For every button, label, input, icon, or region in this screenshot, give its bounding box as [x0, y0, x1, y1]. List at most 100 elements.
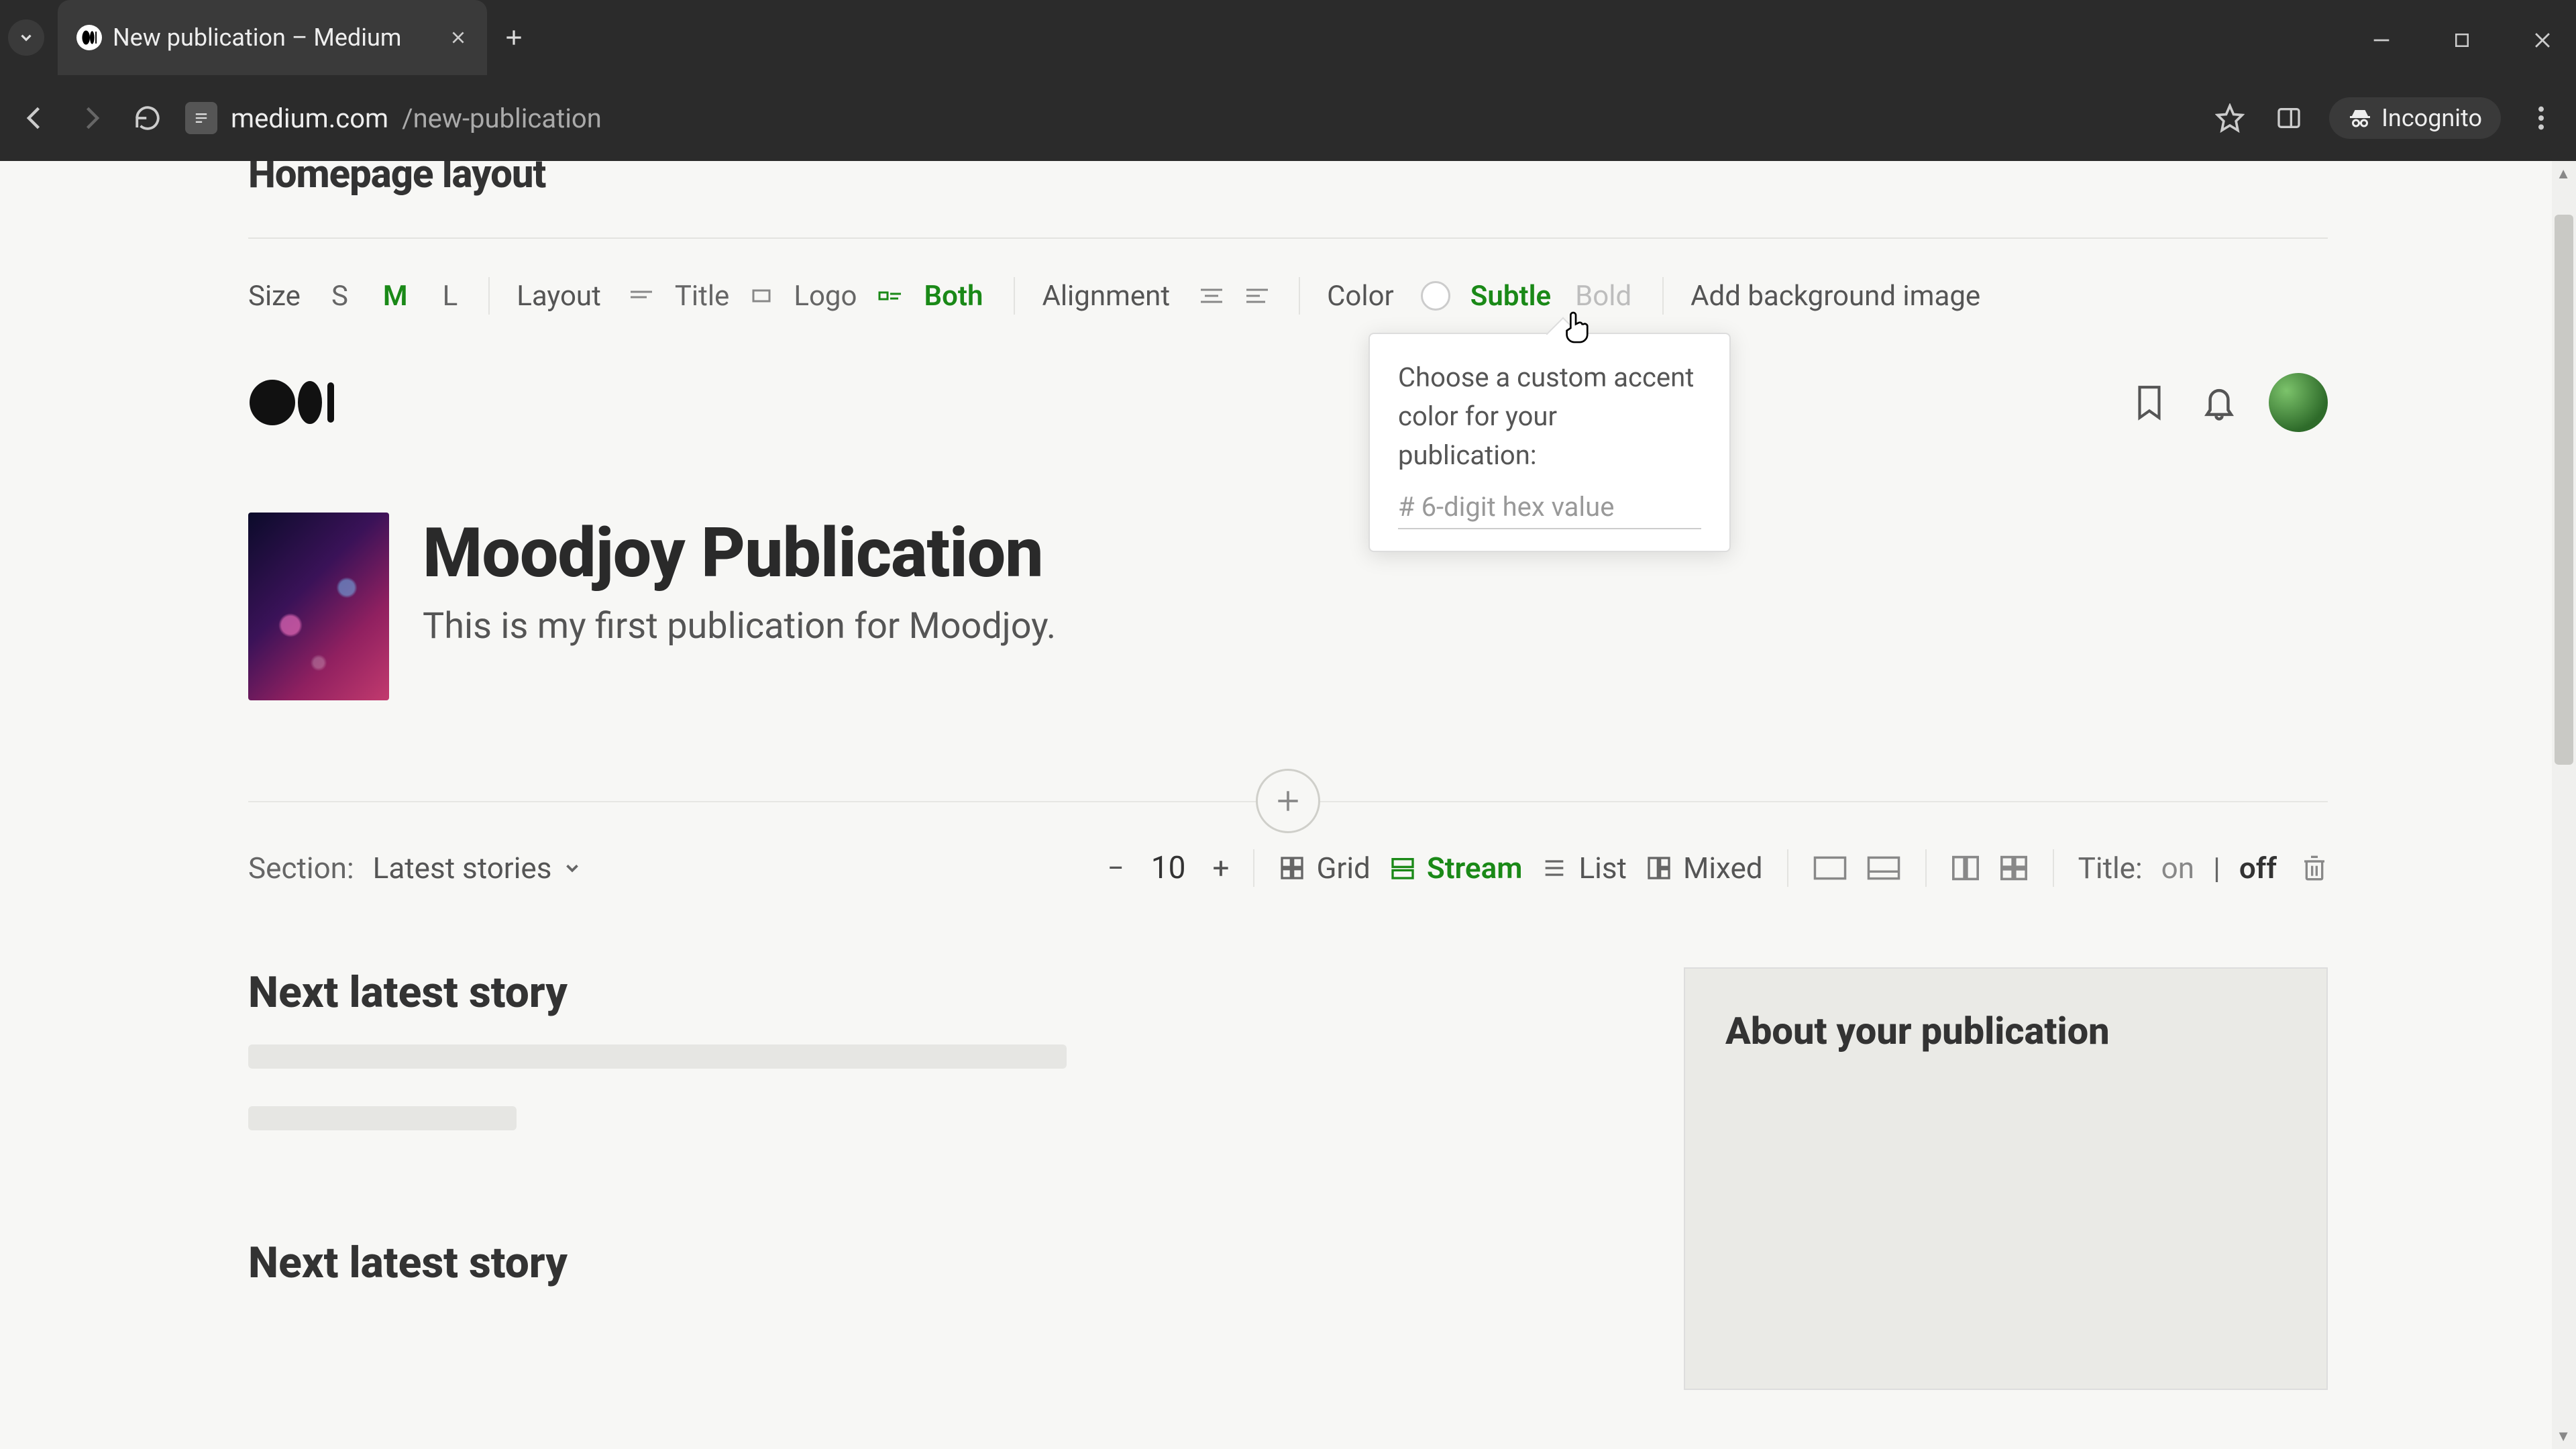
delete-section-button[interactable] — [2301, 853, 2328, 883]
header-actions — [2129, 373, 2328, 432]
header-divider — [248, 237, 2328, 239]
layout-grid-button[interactable]: Grid — [1279, 851, 1370, 885]
add-background-link[interactable]: Add background image — [1690, 280, 1980, 313]
bookmark-star-button[interactable] — [2211, 99, 2249, 137]
hex-input[interactable]: # 6-digit hex value — [1398, 491, 1701, 529]
url-path: /new-publication — [402, 103, 602, 134]
toolbar-separator — [1662, 277, 1664, 315]
url-host: medium.com — [231, 103, 388, 134]
alignment-label: Alignment — [1042, 280, 1170, 313]
layout-mixed-button[interactable]: Mixed — [1646, 851, 1763, 885]
chevron-down-icon — [562, 858, 582, 878]
color-option-subtle[interactable]: Subtle — [1466, 276, 1555, 317]
align-center-icon[interactable] — [1197, 284, 1226, 307]
section-value: Latest stories — [373, 851, 552, 885]
tab-strip: New publication – Medium — [0, 0, 2576, 75]
layout-option-both[interactable]: Both — [920, 276, 987, 317]
publication-header-row — [248, 373, 2328, 432]
nav-back-button[interactable] — [16, 99, 54, 137]
about-title: About your publication — [1725, 1009, 2286, 1053]
layout-label: Layout — [517, 280, 601, 313]
publication-block: Moodjoy Publication This is my first pub… — [248, 513, 2328, 700]
window-close-button[interactable] — [2522, 20, 2563, 60]
medium-logo-icon[interactable] — [248, 376, 342, 429]
mixed-icon — [1646, 855, 1672, 881]
side-panel-button[interactable] — [2270, 99, 2308, 137]
scroll-up-icon[interactable]: ▲ — [2556, 165, 2571, 182]
preview-story-title: Next latest story — [248, 1238, 1630, 1288]
controls-separator — [1787, 849, 1788, 887]
browser-menu-button[interactable] — [2522, 99, 2560, 137]
page-headline: Homepage layout — [248, 161, 2328, 197]
layout-stream-button[interactable]: Stream — [1389, 851, 1523, 885]
hex-prefix: # — [1398, 491, 1421, 523]
nav-forward-button[interactable] — [72, 99, 110, 137]
count-value: 10 — [1143, 850, 1194, 886]
publication-description: This is my first publication for Moodjoy… — [423, 605, 1056, 647]
scrollbar-thumb[interactable] — [2555, 215, 2573, 765]
layout-option-title[interactable]: Title — [671, 276, 734, 317]
browser-tab[interactable]: New publication – Medium — [58, 0, 487, 75]
tabs-dropdown-button[interactable] — [8, 19, 44, 56]
about-card[interactable]: About your publication — [1684, 967, 2328, 1390]
section-preview: Next latest story Next latest story Abou… — [248, 967, 2328, 1390]
title-on-option[interactable]: on — [2161, 851, 2194, 885]
count-decrement-button[interactable]: − — [1108, 851, 1124, 885]
url-field[interactable]: medium.com/new-publication — [185, 102, 2192, 134]
section-controls: Section: Latest stories − 10 + Grid — [248, 849, 2328, 887]
favicon-icon — [76, 25, 102, 50]
incognito-chip[interactable]: Incognito — [2329, 97, 2501, 139]
address-bar: medium.com/new-publication Incognito — [0, 75, 2576, 161]
size-option-m[interactable]: M — [379, 276, 412, 317]
align-left-icon[interactable] — [1242, 284, 1272, 307]
toolbar-separator — [1299, 277, 1300, 315]
toolbar-separator — [488, 277, 490, 315]
incognito-label: Incognito — [2381, 104, 2482, 132]
user-avatar[interactable] — [2269, 373, 2328, 432]
cardstyle-d-icon[interactable] — [1999, 855, 2029, 881]
notifications-icon[interactable] — [2199, 382, 2239, 423]
section-label: Section: — [248, 851, 354, 885]
title-separator: | — [2213, 851, 2220, 885]
controls-separator — [1925, 849, 1927, 887]
incognito-icon — [2348, 106, 2372, 130]
skeleton-line — [248, 1044, 1067, 1069]
layout-option-logo[interactable]: Logo — [790, 276, 861, 317]
controls-separator — [2053, 849, 2054, 887]
size-option-s[interactable]: S — [327, 276, 352, 317]
title-off-option[interactable]: off — [2239, 851, 2277, 885]
layout-list-button[interactable]: List — [1541, 851, 1627, 885]
color-popover: Choose a custom accent color for your pu… — [1368, 333, 1731, 552]
bookmark-icon[interactable] — [2129, 382, 2169, 423]
window-minimize-button[interactable] — [2361, 20, 2402, 60]
new-tab-button[interactable] — [500, 24, 527, 51]
tab-title: New publication – Medium — [113, 23, 437, 52]
close-tab-button[interactable] — [448, 28, 468, 48]
reload-button[interactable] — [129, 99, 166, 137]
publication-cover-image[interactable] — [248, 513, 389, 700]
size-option-l[interactable]: L — [439, 276, 462, 317]
size-label: Size — [248, 280, 301, 313]
window-maximize-button[interactable] — [2442, 20, 2482, 60]
window-controls — [2361, 20, 2563, 60]
cardstyle-b-icon[interactable] — [1866, 855, 1901, 881]
color-option-bold[interactable]: Bold — [1571, 276, 1635, 317]
site-info-icon[interactable] — [185, 102, 217, 134]
count-increment-button[interactable]: + — [1212, 851, 1229, 885]
color-swatch-button[interactable] — [1421, 281, 1450, 311]
title-toggle-label: Title: — [2078, 851, 2143, 885]
add-section-button[interactable] — [1256, 769, 1320, 833]
list-icon — [1541, 855, 1568, 881]
section-dropdown[interactable]: Latest stories — [373, 851, 583, 885]
cardstyle-a-icon[interactable] — [1813, 855, 1847, 881]
preview-story-title: Next latest story — [248, 967, 1630, 1018]
skeleton-line — [248, 1106, 517, 1130]
scroll-down-icon[interactable]: ▼ — [2556, 1428, 2571, 1445]
add-section-divider — [248, 801, 2328, 802]
cardstyle-c-icon[interactable] — [1951, 855, 1980, 881]
layout-title-icon — [628, 286, 655, 305]
layout-toolbar: Size S M L Layout Title Logo Both Alignm… — [248, 259, 2328, 333]
layout-logo-icon — [749, 286, 773, 305]
color-popover-text: Choose a custom accent color for your pu… — [1398, 358, 1701, 475]
scrollbar[interactable]: ▲ ▼ — [2552, 161, 2576, 1449]
